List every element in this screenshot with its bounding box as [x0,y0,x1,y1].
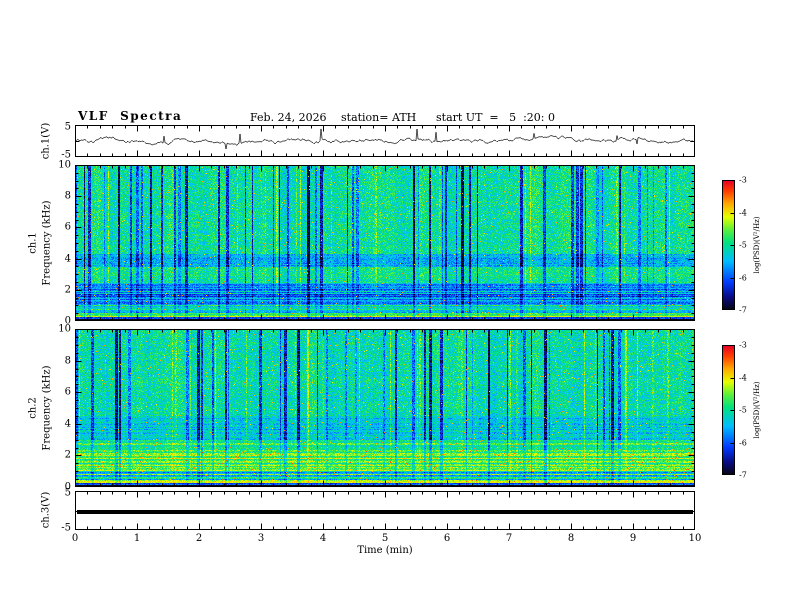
time-tick-label: 4 [319,533,327,544]
ch1-spectrogram-panel [75,165,695,321]
freq-tick-label: 2 [64,449,71,461]
time-axis-label: Time (min) [357,545,413,556]
colorbar-tick-label: -5 [739,240,747,250]
freq-tick-label: 6 [64,221,71,233]
figure-title: VLF Spectra [78,109,183,123]
colorbar1-unit-label: log(PSD)(V²/Hz) [753,216,761,274]
colorbar-tick-label: -5 [739,405,747,415]
time-tick-label: 0 [71,533,79,544]
freq-tick-label: 4 [64,418,71,430]
ch1-spec-ylabel-channel: ch.1 [27,232,39,254]
time-tick-label: 9 [629,533,637,544]
colorbar-ch1 [722,180,735,310]
time-tick-label: 7 [505,533,513,544]
freq-tick-label: 4 [64,253,71,265]
ch2-spec-ylabel-frequency: Frequency (kHz) [41,365,53,451]
time-tick-label: 8 [567,533,575,544]
colorbar-tick-label: -3 [739,340,747,350]
colorbar-tick-label: -3 [739,175,747,185]
ch1-spec-ylabel-frequency: Frequency (kHz) [41,200,53,286]
ch3-voltage-ylabel: ch.3(V) [40,491,52,529]
time-tick-label: 10 [688,533,702,544]
ch1-voltage-ylabel: ch.1(V) [40,122,52,160]
time-tick-label: 3 [257,533,265,544]
colorbar-tick-label: -6 [739,273,747,282]
ch2-spec-ylabel-channel: ch.2 [27,397,39,419]
colorbar-tick-label: -4 [739,208,747,217]
voltage-tick-label: -5 [61,522,71,534]
colorbar-tick-label: -7 [739,305,747,315]
freq-tick-label: 6 [64,386,71,398]
colorbar-tick-label: -6 [739,438,747,447]
date-label: Feb. 24, 2026 [250,111,327,124]
colorbar2-unit-label: log(PSD)(V²/Hz) [753,381,761,439]
freq-tick-label: 8 [64,355,71,367]
ch2-spectrogram-panel [75,329,695,487]
voltage-tick-label: -5 [61,149,71,161]
time-tick-label: 6 [443,533,451,544]
vlf-spectra-figure: VLF Spectra Feb. 24, 2026 station= ATH s… [0,0,792,612]
start-ut-label: start UT = 5 :20: 0 [436,111,556,124]
time-tick-label: 1 [133,533,141,544]
station-label: station= ATH [341,111,417,124]
colorbar-tick-label: -4 [739,373,747,382]
ch1-waveform-panel [75,125,695,157]
ch3-waveform-panel [75,491,695,530]
colorbar-ch2 [722,345,735,475]
voltage-tick-label: 5 [64,121,71,133]
time-tick-label: 5 [381,533,389,544]
freq-tick-label: 2 [64,284,71,296]
voltage-tick-label: 5 [64,487,71,499]
freq-tick-label: 8 [64,190,71,202]
time-tick-label: 2 [195,533,203,544]
freq-tick-label: 10 [58,159,71,171]
freq-tick-label: 10 [58,323,71,335]
colorbar-tick-label: -7 [739,470,747,480]
